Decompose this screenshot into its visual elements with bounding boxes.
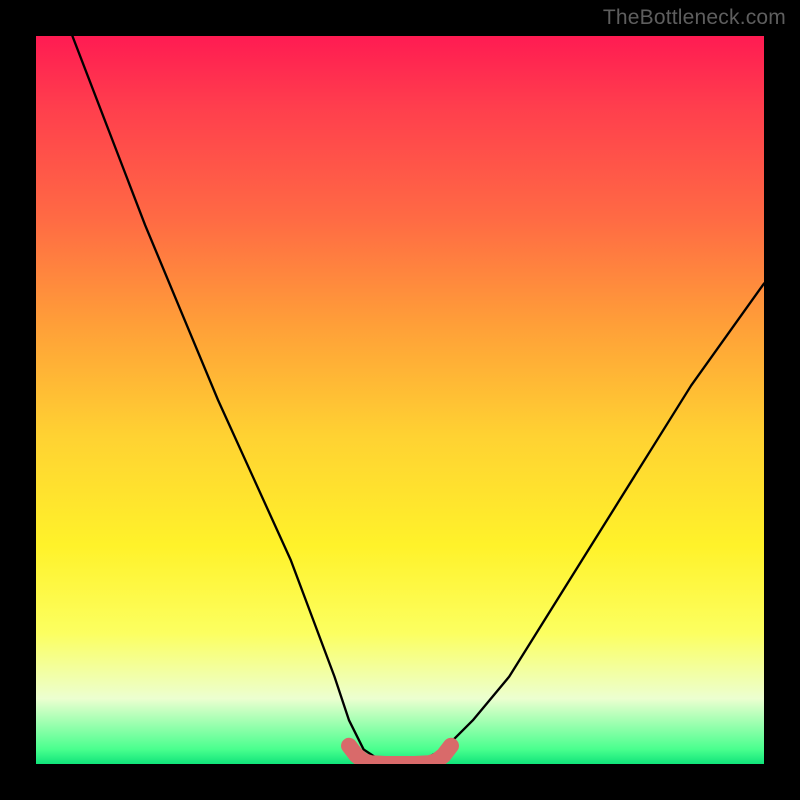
chart-frame: TheBottleneck.com	[0, 0, 800, 800]
plot-area	[36, 36, 764, 764]
watermark-text: TheBottleneck.com	[603, 6, 786, 30]
chart-svg	[36, 36, 764, 764]
bottleneck-curve	[72, 36, 764, 764]
